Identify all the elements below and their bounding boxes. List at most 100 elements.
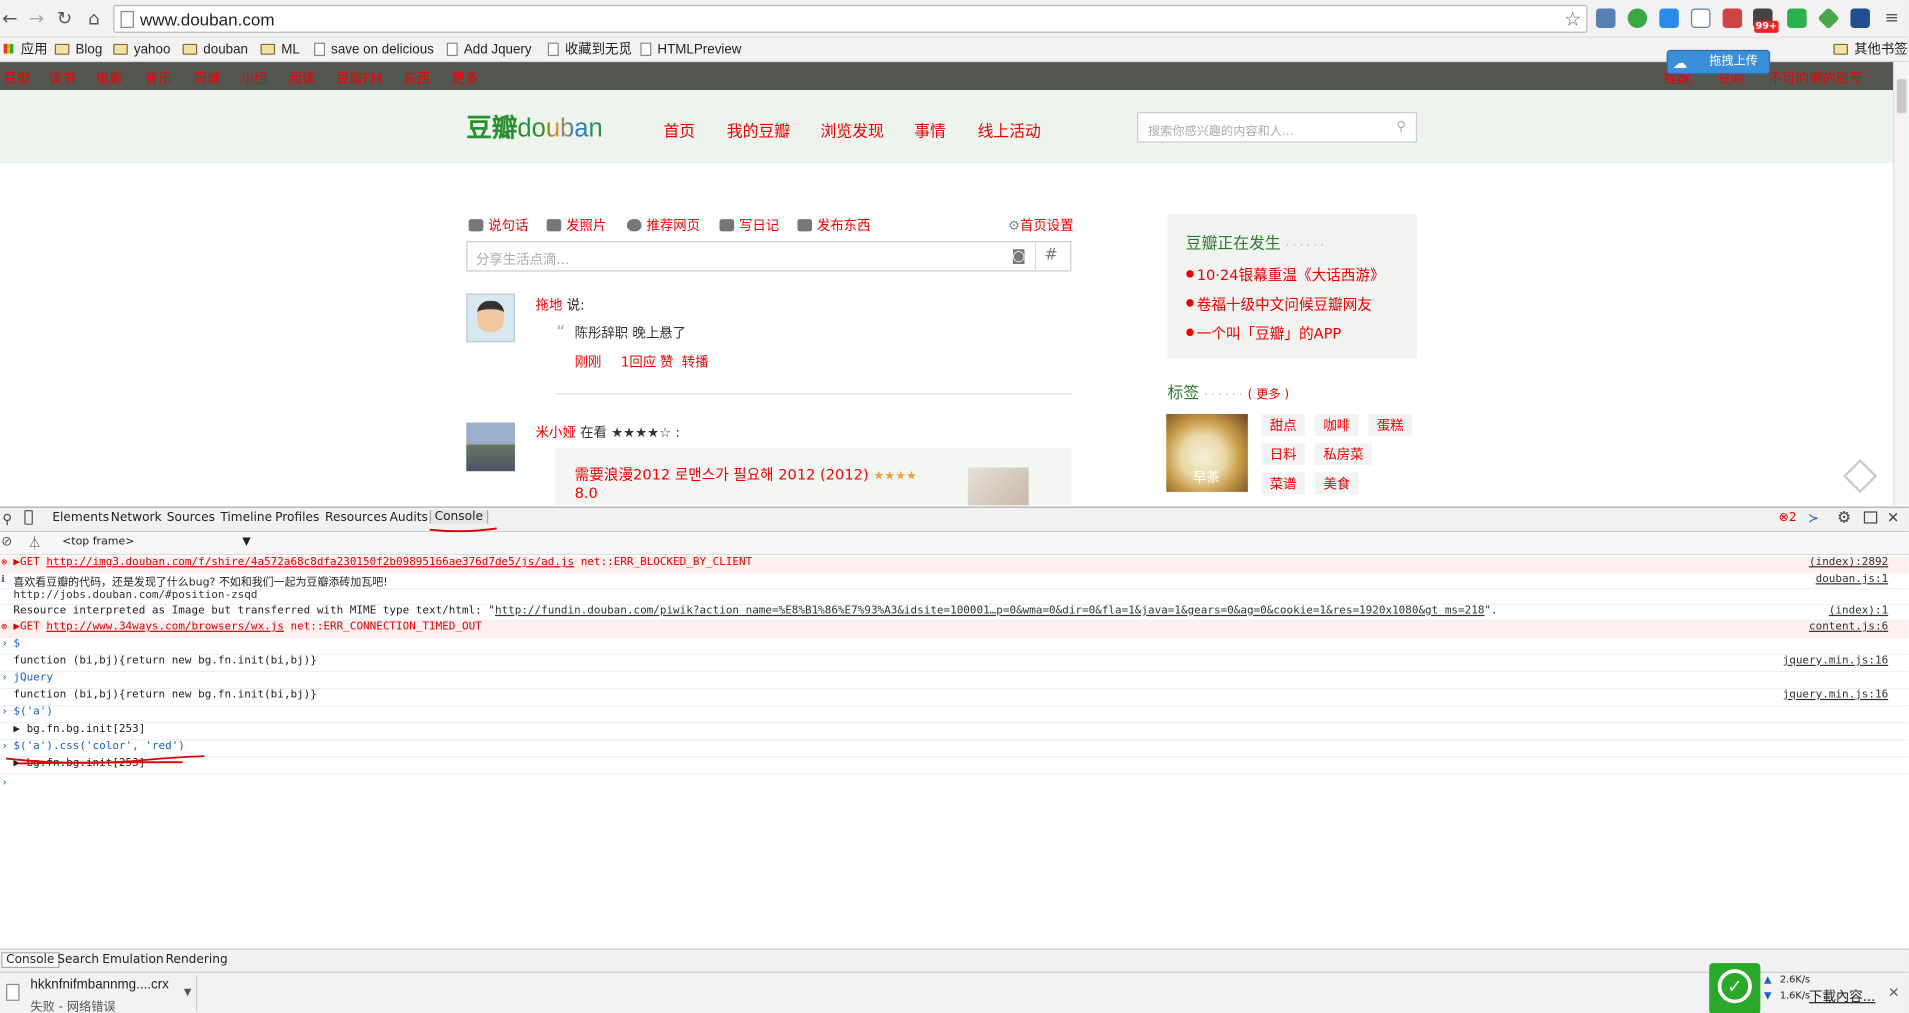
page-scrollbar[interactable] [1893,62,1909,506]
topnav-link[interactable]: 电影 [96,68,123,87]
forward-icon[interactable]: → [27,9,46,28]
tab-timeline[interactable]: Timeline [220,511,272,524]
source-link[interactable]: jquery.min.js:16 [1783,689,1889,701]
happening-item[interactable]: 一个叫「豆瓣」的APP [1197,323,1341,344]
bookmark-item[interactable]: save on delicious [314,40,434,59]
tab-elements[interactable]: Elements [52,511,109,524]
happening-item[interactable]: 卷福十级中文问候豆瓣网友 [1197,293,1372,314]
home-settings[interactable]: ⚙首页设置 [1008,216,1074,235]
error-counter[interactable]: ⊗2 [1779,511,1797,524]
extension-icon[interactable] [1596,8,1616,29]
drawer-tab-rendering[interactable]: Rendering [166,953,228,966]
bookmark-folder[interactable]: Blog [54,40,102,59]
topnav-link[interactable]: 读书 [49,68,76,87]
speed-widget[interactable]: ✓ [1709,963,1761,1013]
scroll-thumb[interactable] [1896,79,1907,114]
drawer-tab-console[interactable]: Console [1,952,60,968]
chevron-down-icon[interactable]: ▼ [184,986,191,997]
hashtag-icon[interactable]: # [1045,246,1058,264]
tag-chip[interactable]: 菜谱 [1261,472,1306,495]
topnav-link[interactable]: 豆瓣 [4,68,31,87]
download-item[interactable]: hkknfnifmbannmg....crx 失败 - 网络错误 ▼ [0,975,198,1013]
extension-icon[interactable] [1722,8,1743,29]
reload-icon[interactable]: ↻ [55,9,74,28]
console-info-row[interactable]: ℹ 喜欢看豆瓣的代码，还是发现了什么bug? 不如和我们一起为豆瓣添砖加瓦吧! … [0,573,1909,590]
status-author[interactable]: 拖地 说: [536,295,585,314]
log-url[interactable]: http://img3.douban.com/f/shire/4a572a68c… [46,556,574,568]
tag-chip[interactable]: 咖啡 [1314,413,1359,436]
topnav-link[interactable]: 东西 [403,68,430,87]
log-text[interactable]: ▶ bg.fn.bg.init[253] [13,757,145,769]
extension-icon[interactable] [1850,8,1870,29]
extension-icon[interactable] [1690,8,1711,29]
drawer-toggle-icon[interactable]: ≻ [1808,510,1819,526]
tab-resources[interactable]: Resources [325,511,387,524]
search-icon[interactable]: ⚲ [1396,118,1406,134]
movie-card[interactable]: 需要浪漫2012 로맨스가 필요해 2012 (2012) ★★★★ 8.0 [555,448,1072,506]
status-time[interactable]: 刚刚 [575,352,602,371]
bookmark-folder[interactable]: douban [182,40,248,59]
status-author[interactable]: 米小娅 在看 ★★★★☆ : [536,423,680,442]
action-photo[interactable]: 发照片 [546,216,606,235]
address-bar[interactable]: www.douban.com ☆ [113,4,1588,33]
console-error-row[interactable]: ⊗ ▶GET http://www.34ways.com/browsers/wx… [0,620,1909,639]
movie-title[interactable]: 需要浪漫2012 로맨스가 필요해 2012 (2012) ★★★★ [575,464,917,485]
chevron-down-icon[interactable]: ▼ [242,536,250,548]
site-search-input[interactable]: 搜索你感兴趣的内容和人... ⚲ [1137,112,1418,143]
dock-icon[interactable] [1863,511,1878,524]
tag-chip[interactable]: 美食 [1314,472,1359,495]
close-icon[interactable]: ✕ [1888,985,1899,1001]
console-error-row[interactable]: ⊗ ▶GET http://img3.douban.com/f/shire/4a… [0,556,1909,574]
clear-console-icon[interactable]: ⊘ [1,533,12,549]
topnav-link[interactable]: 音乐 [145,68,172,87]
like-link[interactable]: 赞 [660,352,673,371]
topnav-link[interactable]: 小组 [241,68,268,87]
douban-logo[interactable]: 豆瓣douban [466,108,602,145]
drawer-tab-search[interactable]: Search [57,953,99,966]
source-link[interactable]: jquery.min.js:16 [1783,655,1889,667]
feedback-icon[interactable] [1842,458,1878,494]
close-icon[interactable]: ✕ [1887,509,1899,526]
topnav-link[interactable]: 豆瓣FM [336,68,382,87]
home-icon[interactable]: ⌂ [84,9,103,28]
console-result-row[interactable]: ▶ bg.fn.bg.init[253] [0,757,1909,775]
console-result-row[interactable]: ▶ bg.fn.bg.init[253] [0,723,1909,741]
extension-icon[interactable] [1659,8,1679,29]
account-menu[interactable]: 不可的懒的账号 [1769,68,1863,87]
nav-link[interactable]: 事情 [914,118,946,141]
tag-chip[interactable]: 私房菜 [1314,443,1373,466]
bookmark-item[interactable]: HTMLPreview [640,40,741,59]
tab-network[interactable]: Network [111,511,162,524]
extension-icon[interactable] [1627,8,1648,29]
back-icon[interactable]: ← [0,9,19,28]
source-link[interactable]: (index):2892 [1809,556,1888,568]
source-link[interactable]: (index):1 [1829,605,1888,617]
topnav-link[interactable]: 更多 [452,68,479,87]
bookmark-folder[interactable]: ML [260,40,300,59]
drawer-tab-emulation[interactable]: Emulation [102,953,163,966]
reply-link[interactable]: 1回应 [621,352,656,371]
tab-audits[interactable]: Audits [390,511,428,524]
source-link[interactable]: content.js:6 [1809,621,1888,633]
source-link[interactable]: douban.js:1 [1816,573,1889,585]
topnav-link[interactable]: 阅读 [289,68,316,87]
camera-icon[interactable]: ◙ [1012,247,1026,264]
frame-select[interactable]: <top frame> [62,536,134,548]
device-mode-icon[interactable] [24,510,33,525]
tag-chip[interactable]: 甜点 [1261,413,1306,436]
user-link[interactable]: 米小娅 [536,425,576,441]
tab-console[interactable]: Console [429,510,488,524]
search-icon[interactable]: ⚲ [2,511,12,527]
tag-chip[interactable]: 日料 [1261,443,1306,466]
log-url[interactable]: http://fundin.douban.com/piwik?action_na… [495,605,1484,617]
bookmark-item[interactable]: 收藏到无觅 [547,40,632,59]
tags-more-link[interactable]: ( 更多 ) [1248,388,1290,401]
happening-item[interactable]: 10·24银幕重温《大话西游》 [1197,264,1385,285]
log-text[interactable]: ▶ bg.fn.bg.init[253] [13,723,145,735]
movie-poster[interactable] [967,467,1029,506]
filter-icon[interactable]: ⏃ [28,533,41,552]
tab-profiles[interactable]: Profiles [275,511,319,524]
tag-chip[interactable]: 蛋糕 [1368,413,1413,436]
topnav-link[interactable]: 同城 [194,68,221,87]
tag-image[interactable]: 早茶 [1166,413,1248,492]
